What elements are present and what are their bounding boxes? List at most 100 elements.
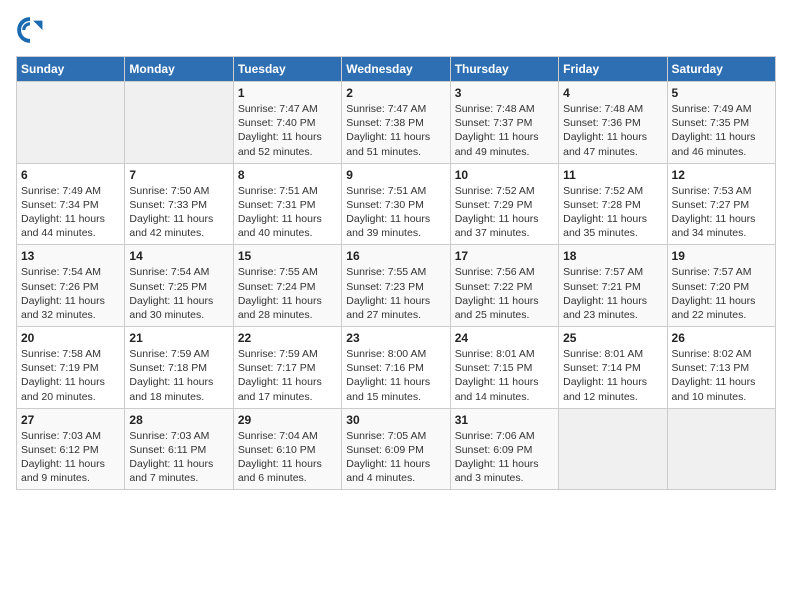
day-info: Sunrise: 7:04 AM Sunset: 6:10 PM Dayligh… — [238, 429, 337, 486]
calendar-week-row: 13 Sunrise: 7:54 AM Sunset: 7:26 PM Dayl… — [17, 245, 776, 327]
day-number: 9 — [346, 168, 445, 182]
day-info: Sunrise: 7:48 AM Sunset: 7:37 PM Dayligh… — [455, 102, 554, 159]
calendar-week-row: 1 Sunrise: 7:47 AM Sunset: 7:40 PM Dayli… — [17, 82, 776, 164]
weekday-header: Sunday — [17, 57, 125, 82]
day-info: Sunrise: 7:48 AM Sunset: 7:36 PM Dayligh… — [563, 102, 662, 159]
day-number: 8 — [238, 168, 337, 182]
calendar-cell: 23 Sunrise: 8:00 AM Sunset: 7:16 PM Dayl… — [342, 327, 450, 409]
calendar-cell: 30 Sunrise: 7:05 AM Sunset: 6:09 PM Dayl… — [342, 408, 450, 490]
day-info: Sunrise: 7:52 AM Sunset: 7:29 PM Dayligh… — [455, 184, 554, 241]
calendar-cell: 12 Sunrise: 7:53 AM Sunset: 7:27 PM Dayl… — [667, 163, 775, 245]
calendar-cell: 1 Sunrise: 7:47 AM Sunset: 7:40 PM Dayli… — [233, 82, 341, 164]
day-info: Sunrise: 7:47 AM Sunset: 7:38 PM Dayligh… — [346, 102, 445, 159]
weekday-header: Monday — [125, 57, 233, 82]
day-info: Sunrise: 7:49 AM Sunset: 7:35 PM Dayligh… — [672, 102, 771, 159]
calendar-cell: 2 Sunrise: 7:47 AM Sunset: 7:38 PM Dayli… — [342, 82, 450, 164]
page-header — [16, 16, 776, 44]
day-info: Sunrise: 7:54 AM Sunset: 7:25 PM Dayligh… — [129, 265, 228, 322]
calendar-cell: 22 Sunrise: 7:59 AM Sunset: 7:17 PM Dayl… — [233, 327, 341, 409]
day-info: Sunrise: 7:51 AM Sunset: 7:31 PM Dayligh… — [238, 184, 337, 241]
weekday-header: Tuesday — [233, 57, 341, 82]
day-info: Sunrise: 7:06 AM Sunset: 6:09 PM Dayligh… — [455, 429, 554, 486]
calendar-cell: 15 Sunrise: 7:55 AM Sunset: 7:24 PM Dayl… — [233, 245, 341, 327]
calendar-cell — [17, 82, 125, 164]
calendar-cell — [667, 408, 775, 490]
day-info: Sunrise: 7:47 AM Sunset: 7:40 PM Dayligh… — [238, 102, 337, 159]
day-number: 27 — [21, 413, 120, 427]
day-number: 17 — [455, 249, 554, 263]
calendar-week-row: 20 Sunrise: 7:58 AM Sunset: 7:19 PM Dayl… — [17, 327, 776, 409]
calendar-cell — [125, 82, 233, 164]
calendar-cell: 17 Sunrise: 7:56 AM Sunset: 7:22 PM Dayl… — [450, 245, 558, 327]
day-number: 18 — [563, 249, 662, 263]
day-info: Sunrise: 7:53 AM Sunset: 7:27 PM Dayligh… — [672, 184, 771, 241]
day-number: 24 — [455, 331, 554, 345]
day-number: 22 — [238, 331, 337, 345]
calendar-cell: 6 Sunrise: 7:49 AM Sunset: 7:34 PM Dayli… — [17, 163, 125, 245]
calendar-cell: 11 Sunrise: 7:52 AM Sunset: 7:28 PM Dayl… — [559, 163, 667, 245]
day-info: Sunrise: 7:49 AM Sunset: 7:34 PM Dayligh… — [21, 184, 120, 241]
day-number: 15 — [238, 249, 337, 263]
day-info: Sunrise: 7:59 AM Sunset: 7:17 PM Dayligh… — [238, 347, 337, 404]
day-info: Sunrise: 7:03 AM Sunset: 6:12 PM Dayligh… — [21, 429, 120, 486]
day-number: 10 — [455, 168, 554, 182]
calendar-cell: 29 Sunrise: 7:04 AM Sunset: 6:10 PM Dayl… — [233, 408, 341, 490]
day-info: Sunrise: 7:52 AM Sunset: 7:28 PM Dayligh… — [563, 184, 662, 241]
calendar-cell: 16 Sunrise: 7:55 AM Sunset: 7:23 PM Dayl… — [342, 245, 450, 327]
calendar-cell: 24 Sunrise: 8:01 AM Sunset: 7:15 PM Dayl… — [450, 327, 558, 409]
weekday-header: Saturday — [667, 57, 775, 82]
calendar-cell — [559, 408, 667, 490]
day-number: 28 — [129, 413, 228, 427]
day-number: 2 — [346, 86, 445, 100]
calendar-week-row: 6 Sunrise: 7:49 AM Sunset: 7:34 PM Dayli… — [17, 163, 776, 245]
weekday-header: Wednesday — [342, 57, 450, 82]
day-info: Sunrise: 8:01 AM Sunset: 7:15 PM Dayligh… — [455, 347, 554, 404]
logo — [16, 16, 48, 44]
day-number: 23 — [346, 331, 445, 345]
calendar-cell: 13 Sunrise: 7:54 AM Sunset: 7:26 PM Dayl… — [17, 245, 125, 327]
day-number: 6 — [21, 168, 120, 182]
day-number: 16 — [346, 249, 445, 263]
calendar-cell: 19 Sunrise: 7:57 AM Sunset: 7:20 PM Dayl… — [667, 245, 775, 327]
day-info: Sunrise: 7:05 AM Sunset: 6:09 PM Dayligh… — [346, 429, 445, 486]
day-number: 3 — [455, 86, 554, 100]
day-number: 26 — [672, 331, 771, 345]
day-info: Sunrise: 7:57 AM Sunset: 7:21 PM Dayligh… — [563, 265, 662, 322]
calendar-cell: 3 Sunrise: 7:48 AM Sunset: 7:37 PM Dayli… — [450, 82, 558, 164]
calendar-cell: 21 Sunrise: 7:59 AM Sunset: 7:18 PM Dayl… — [125, 327, 233, 409]
day-info: Sunrise: 7:57 AM Sunset: 7:20 PM Dayligh… — [672, 265, 771, 322]
calendar-cell: 26 Sunrise: 8:02 AM Sunset: 7:13 PM Dayl… — [667, 327, 775, 409]
calendar-cell: 9 Sunrise: 7:51 AM Sunset: 7:30 PM Dayli… — [342, 163, 450, 245]
day-number: 21 — [129, 331, 228, 345]
day-info: Sunrise: 7:59 AM Sunset: 7:18 PM Dayligh… — [129, 347, 228, 404]
calendar-cell: 20 Sunrise: 7:58 AM Sunset: 7:19 PM Dayl… — [17, 327, 125, 409]
weekday-header: Thursday — [450, 57, 558, 82]
calendar-cell: 4 Sunrise: 7:48 AM Sunset: 7:36 PM Dayli… — [559, 82, 667, 164]
calendar-cell: 14 Sunrise: 7:54 AM Sunset: 7:25 PM Dayl… — [125, 245, 233, 327]
calendar-cell: 5 Sunrise: 7:49 AM Sunset: 7:35 PM Dayli… — [667, 82, 775, 164]
day-number: 7 — [129, 168, 228, 182]
day-number: 20 — [21, 331, 120, 345]
day-info: Sunrise: 7:50 AM Sunset: 7:33 PM Dayligh… — [129, 184, 228, 241]
day-info: Sunrise: 7:55 AM Sunset: 7:24 PM Dayligh… — [238, 265, 337, 322]
day-info: Sunrise: 8:01 AM Sunset: 7:14 PM Dayligh… — [563, 347, 662, 404]
calendar-header-row: SundayMondayTuesdayWednesdayThursdayFrid… — [17, 57, 776, 82]
day-info: Sunrise: 7:54 AM Sunset: 7:26 PM Dayligh… — [21, 265, 120, 322]
day-number: 11 — [563, 168, 662, 182]
weekday-header: Friday — [559, 57, 667, 82]
day-number: 25 — [563, 331, 662, 345]
day-info: Sunrise: 7:51 AM Sunset: 7:30 PM Dayligh… — [346, 184, 445, 241]
calendar-cell: 7 Sunrise: 7:50 AM Sunset: 7:33 PM Dayli… — [125, 163, 233, 245]
day-number: 14 — [129, 249, 228, 263]
day-number: 1 — [238, 86, 337, 100]
day-number: 5 — [672, 86, 771, 100]
calendar-week-row: 27 Sunrise: 7:03 AM Sunset: 6:12 PM Dayl… — [17, 408, 776, 490]
day-info: Sunrise: 8:00 AM Sunset: 7:16 PM Dayligh… — [346, 347, 445, 404]
logo-icon — [16, 16, 44, 44]
calendar-cell: 28 Sunrise: 7:03 AM Sunset: 6:11 PM Dayl… — [125, 408, 233, 490]
day-info: Sunrise: 7:03 AM Sunset: 6:11 PM Dayligh… — [129, 429, 228, 486]
day-number: 31 — [455, 413, 554, 427]
day-info: Sunrise: 7:58 AM Sunset: 7:19 PM Dayligh… — [21, 347, 120, 404]
day-info: Sunrise: 7:56 AM Sunset: 7:22 PM Dayligh… — [455, 265, 554, 322]
calendar-cell: 27 Sunrise: 7:03 AM Sunset: 6:12 PM Dayl… — [17, 408, 125, 490]
